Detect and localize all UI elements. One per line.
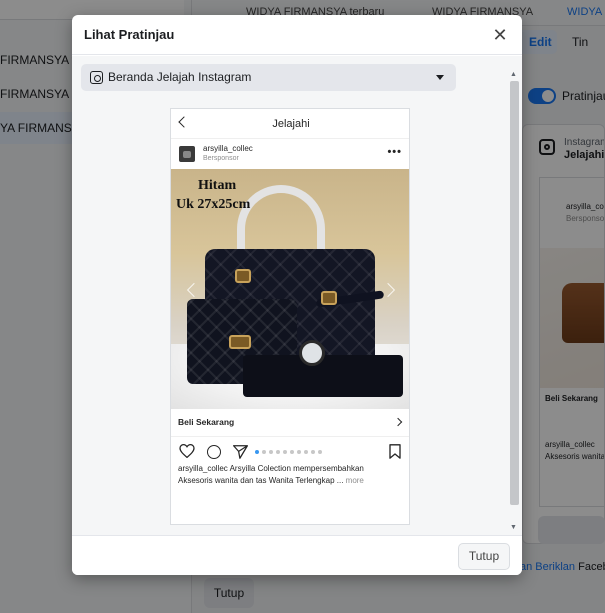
gold-clasp xyxy=(321,291,337,305)
black-wallet xyxy=(243,355,403,397)
gold-clasp xyxy=(235,269,251,283)
image-caption-line-1: Hitam xyxy=(198,178,237,193)
close-icon[interactable]: ✕ xyxy=(490,25,510,45)
bookmark-icon xyxy=(389,444,401,459)
modal-footer: Tutup xyxy=(72,535,522,575)
preview-screen-title: Jelajahi xyxy=(272,118,310,130)
share-icon xyxy=(233,445,248,459)
modal-body: Beranda Jelajah Instagram Jelajahi arsyi… xyxy=(72,56,522,535)
post-caption-line-1: arsyilla_collec Arsyilla Colection mempe… xyxy=(178,464,364,473)
image-caption: Hitam Uk 27x25cm xyxy=(176,176,250,214)
post-caption-text: Aksesoris wanita dan tas Wanita Terlengk… xyxy=(178,476,344,485)
post-actions xyxy=(171,439,409,461)
carousel-prev-icon xyxy=(186,282,202,298)
carousel-dot xyxy=(255,450,259,454)
instagram-preview: Jelajahi arsyilla_collec Bersponsor ••• xyxy=(170,108,410,525)
carousel-dot xyxy=(290,450,294,454)
carousel-dot xyxy=(304,450,308,454)
scrollbar-thumb[interactable] xyxy=(510,81,519,505)
carousel-dot xyxy=(269,450,273,454)
more-link[interactable]: more xyxy=(346,476,364,485)
post-username: arsyilla_collec xyxy=(203,144,253,153)
caret-down-icon xyxy=(436,75,444,80)
comment-icon xyxy=(207,445,221,459)
post-image: Hitam Uk 27x25cm xyxy=(171,169,409,409)
preview-nav: Jelajahi xyxy=(171,109,409,139)
scroll-down-icon[interactable]: ▼ xyxy=(510,524,517,531)
heart-icon xyxy=(179,444,195,458)
instagram-icon xyxy=(90,71,103,84)
carousel-dot xyxy=(297,450,301,454)
carousel-dot xyxy=(262,450,266,454)
carousel-dot xyxy=(283,450,287,454)
more-options-icon: ••• xyxy=(387,146,402,158)
preview-modal: Lihat Pratinjau ✕ Beranda Jelajah Instag… xyxy=(72,15,522,575)
close-button[interactable]: Tutup xyxy=(458,543,510,570)
chevron-right-icon xyxy=(393,417,403,427)
modal-header: Lihat Pratinjau ✕ xyxy=(72,15,522,55)
carousel-dot xyxy=(276,450,280,454)
cta-bar: Beli Sekarang xyxy=(171,409,409,437)
modal-title: Lihat Pratinjau xyxy=(84,27,175,42)
post-header: arsyilla_collec Bersponsor ••• xyxy=(171,139,409,169)
image-caption-line-2: Uk 27x25cm xyxy=(176,197,251,212)
modal-scrollbar[interactable]: ▲ ▼ xyxy=(509,71,519,534)
carousel-dot xyxy=(311,450,315,454)
placement-dropdown-value: Beranda Jelajah Instagram xyxy=(108,70,252,84)
post-caption-line-2: Aksesoris wanita dan tas Wanita Terlengk… xyxy=(178,476,406,485)
cta-label: Beli Sekarang xyxy=(178,417,235,427)
scroll-up-icon[interactable]: ▲ xyxy=(510,71,517,78)
post-sponsored: Bersponsor xyxy=(203,155,239,162)
wristwatch xyxy=(299,340,325,366)
carousel-dots xyxy=(255,450,322,455)
gold-clasp xyxy=(229,335,251,349)
carousel-dot xyxy=(318,450,322,454)
placement-dropdown[interactable]: Beranda Jelajah Instagram xyxy=(81,64,456,91)
avatar xyxy=(179,146,195,162)
